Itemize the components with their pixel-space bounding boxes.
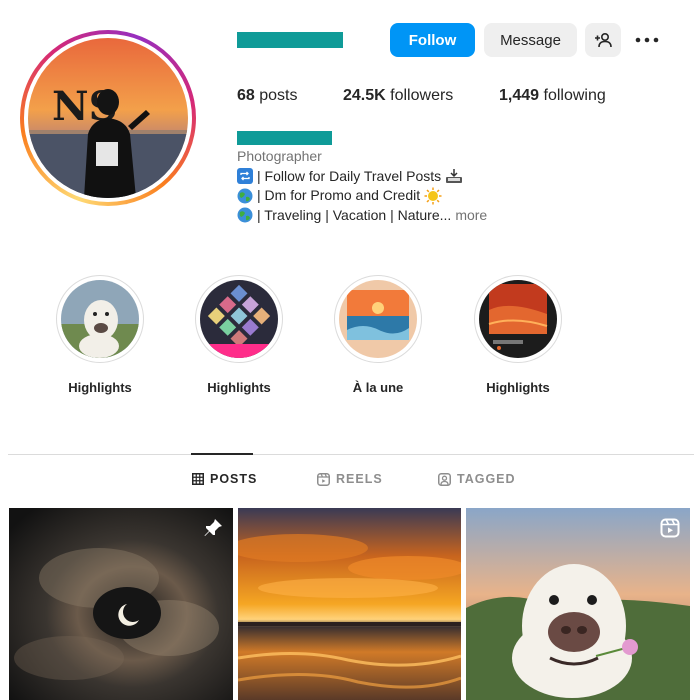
following-count: 1,449 (499, 87, 540, 104)
highlight-1-label: Highlights (68, 380, 132, 395)
highlight-2-ring (195, 275, 283, 363)
posts-stat: 68 posts (237, 87, 298, 105)
more-options-icon (635, 37, 659, 43)
tab-reels[interactable]: REELS (317, 472, 383, 486)
highlight-3-cover (339, 280, 417, 358)
bio-more-link[interactable]: more (455, 206, 487, 226)
following-label: following (543, 87, 606, 104)
highlight-1-ring (56, 275, 144, 363)
post-1[interactable] (9, 508, 233, 700)
bio-line-3: | Traveling | Vacation | Nature... more (237, 206, 487, 226)
more-options-button[interactable] (632, 23, 662, 57)
person-add-icon (595, 32, 612, 48)
profile-picture-image: NS (28, 38, 188, 198)
followers-stat[interactable]: 24.5K followers (343, 87, 453, 105)
tab-posts[interactable]: POSTS (192, 472, 257, 486)
active-tab-indicator (191, 453, 253, 455)
following-stat[interactable]: 1,449 following (499, 87, 606, 105)
post-2-image (238, 508, 461, 700)
inbox-tray-emoji-icon (446, 169, 463, 184)
bio-line-2-text: | Dm for Promo and Credit (257, 187, 421, 203)
highlight-3[interactable]: À la une (318, 275, 438, 395)
bio-line-3-text: | Traveling | Vacation | Nature... (257, 206, 452, 223)
reels-icon (660, 518, 680, 538)
sun-emoji-icon (424, 187, 442, 205)
display-name-redacted (237, 131, 332, 145)
highlight-4-ring (474, 275, 562, 363)
profile-picture[interactable]: NS (28, 38, 188, 198)
highlight-4-cover (479, 280, 557, 358)
post-1-image (9, 508, 233, 700)
bio-line-1: | Follow for Daily Travel Posts (237, 167, 487, 187)
follow-button-label: Follow (408, 31, 457, 49)
grid-icon (192, 473, 204, 485)
highlight-4[interactable]: Highlights (458, 275, 578, 395)
tabs-divider (8, 454, 694, 455)
tab-posts-label: POSTS (210, 472, 258, 486)
message-button-label: Message (500, 31, 561, 49)
category-label: Photographer (237, 148, 322, 164)
suggested-accounts-button[interactable] (585, 23, 621, 57)
highlight-2-cover (200, 280, 278, 358)
globe-emoji-icon (237, 188, 253, 204)
globe-emoji-icon (237, 207, 253, 223)
post-3-image (466, 508, 690, 700)
follow-button[interactable]: Follow (390, 23, 475, 57)
reels-icon (317, 472, 330, 486)
highlight-4-label: Highlights (486, 380, 550, 395)
repeat-button-emoji-icon (237, 168, 253, 185)
tagged-icon (438, 472, 451, 486)
post-3[interactable] (466, 508, 690, 700)
pinned-badge (203, 518, 223, 538)
bio-line-1-text: | Follow for Daily Travel Posts (257, 167, 442, 184)
tab-reels-label: REELS (336, 472, 383, 486)
highlight-3-label: À la une (352, 380, 404, 395)
posts-count: 68 (237, 87, 255, 104)
bio: Photographer | Follow for Daily Travel P… (237, 147, 487, 225)
tab-tagged[interactable]: TAGGED (438, 472, 516, 486)
username-redacted (237, 32, 343, 48)
post-2[interactable] (238, 508, 461, 700)
message-button[interactable]: Message (484, 23, 577, 57)
posts-label: posts (259, 87, 298, 104)
bio-line-2: | Dm for Promo and Credit (237, 186, 487, 206)
pin-icon (204, 519, 222, 536)
highlight-1-cover (61, 280, 139, 358)
followers-count: 24.5K (343, 87, 386, 104)
reel-badge (660, 518, 680, 538)
highlight-2[interactable]: Highlights (179, 275, 299, 395)
followers-label: followers (390, 87, 454, 104)
highlight-1[interactable]: Highlights (40, 275, 160, 395)
profile-picture-gap: NS (24, 34, 192, 202)
tab-tagged-label: TAGGED (457, 472, 516, 486)
highlight-2-label: Highlights (207, 380, 271, 395)
profile-picture-ring[interactable]: NS (20, 30, 196, 206)
highlight-3-ring (334, 275, 422, 363)
